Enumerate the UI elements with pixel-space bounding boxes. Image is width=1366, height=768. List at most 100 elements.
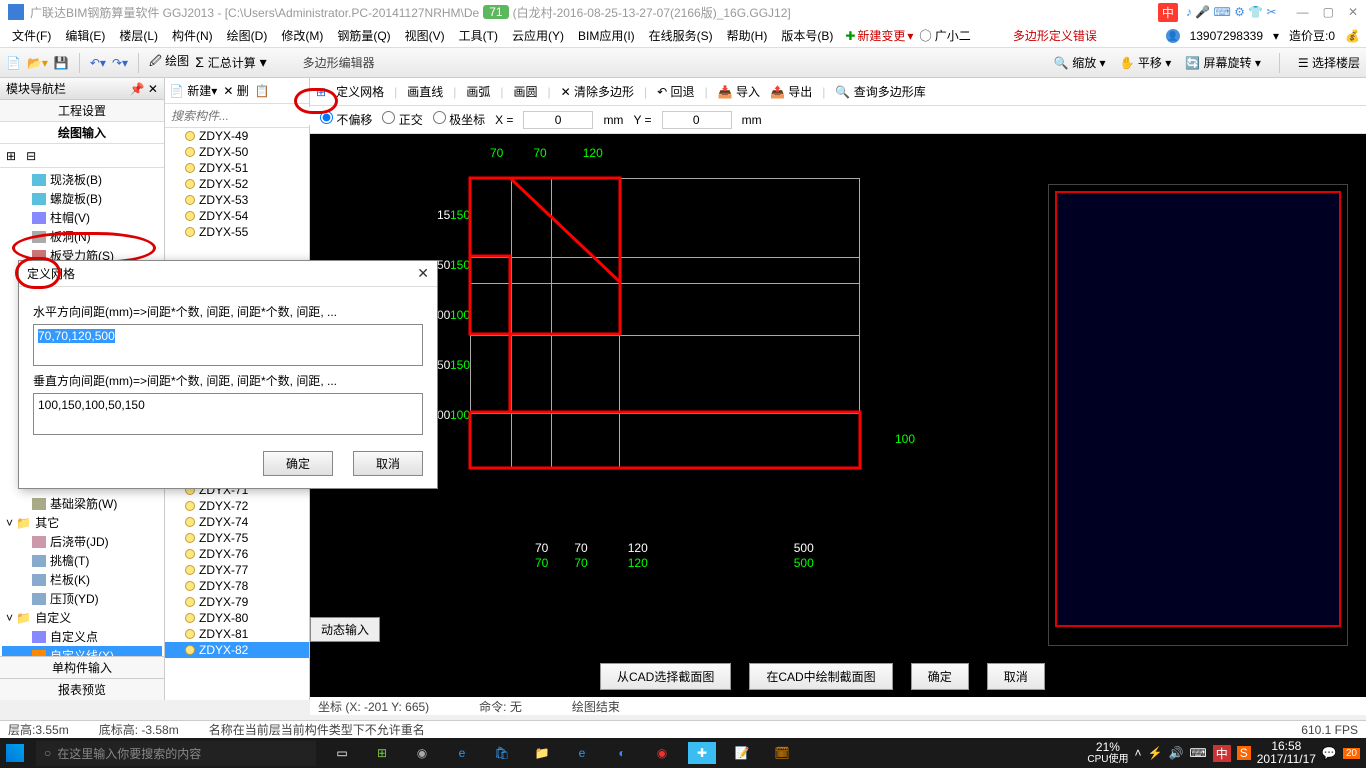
ie-icon[interactable]: e [568, 742, 596, 764]
menu-help[interactable]: 帮助(H) [721, 25, 774, 46]
pin-icon[interactable]: 📌 ✕ [130, 82, 158, 96]
tree-item[interactable]: 现浇板(B) [2, 170, 162, 189]
taskbar-app[interactable]: 🗓 [768, 742, 796, 764]
copy-icon[interactable]: 📋 [255, 84, 270, 98]
menu-modify[interactable]: 修改(M) [275, 25, 329, 46]
tree-item[interactable]: 栏板(K) [2, 570, 162, 589]
list-item[interactable]: ZDYX-74 [165, 514, 309, 530]
tray-up-icon[interactable]: ˄ [1134, 746, 1141, 760]
open-folder-icon[interactable]: 📂▾ [27, 56, 48, 70]
menu-online[interactable]: 在线服务(S) [643, 25, 719, 46]
grid-icon[interactable]: ⊞ [316, 85, 326, 99]
redo-icon[interactable]: ↷▾ [112, 56, 128, 70]
floor-select[interactable]: ☰ 选择楼层 [1298, 54, 1360, 71]
taskbar-app[interactable]: ◉ [408, 742, 436, 764]
explorer-icon[interactable]: 📁 [528, 742, 556, 764]
tree-item[interactable]: 基础梁筋(W) [2, 494, 162, 513]
list-item[interactable]: ZDYX-80 [165, 610, 309, 626]
no-offset-radio[interactable]: 不偏移 [320, 111, 372, 128]
tree-item[interactable]: 板洞(N) [2, 227, 162, 246]
y-input[interactable] [662, 111, 732, 129]
draw-arc-button[interactable]: 画弧 [466, 83, 490, 100]
tree-item-zdyx[interactable]: 自定义线(X) [2, 646, 162, 656]
menu-floor[interactable]: 楼层(L) [113, 25, 164, 46]
menu-edit[interactable]: 编辑(E) [59, 25, 111, 46]
list-item[interactable]: ZDYX-55 [165, 224, 309, 240]
x-input[interactable] [523, 111, 593, 129]
list-item[interactable]: ZDYX-76 [165, 546, 309, 562]
undo-icon[interactable]: ↶▾ [90, 56, 106, 70]
save-icon[interactable]: 💾 [54, 56, 69, 70]
pan-group[interactable]: ✋ 平移 ▾ [1120, 54, 1172, 71]
taskbar-app[interactable]: ✚ [688, 742, 716, 764]
export-button[interactable]: 📤 导出 [770, 83, 812, 100]
zoom-group[interactable]: 🔍 缩放 ▾ [1054, 54, 1106, 71]
menu-draw[interactable]: 绘图(D) [221, 25, 274, 46]
menu-bim[interactable]: BIM应用(I) [572, 25, 641, 46]
tray-ime-icon[interactable]: ⌨ [1189, 746, 1206, 760]
tree-item[interactable]: 螺旋板(B) [2, 189, 162, 208]
maximize-button[interactable]: ▢ [1323, 5, 1334, 19]
tree-item[interactable]: 压顶(YD) [2, 589, 162, 608]
list-item[interactable]: ZDYX-81 [165, 626, 309, 642]
taskbar-app[interactable]: ◉ [648, 742, 676, 764]
minimize-button[interactable]: — [1297, 5, 1309, 19]
menu-rebar[interactable]: 钢筋量(Q) [331, 25, 396, 46]
rotate-group[interactable]: 🔄 屏幕旋转 ▾ [1185, 54, 1261, 71]
dyn-input-button[interactable]: 动态输入 [310, 617, 380, 642]
search-input[interactable] [167, 107, 332, 125]
eng-setting-row[interactable]: 工程设置 [0, 100, 164, 122]
confirm-button[interactable]: 确定 [911, 663, 969, 690]
menu-tool[interactable]: 工具(T) [453, 25, 504, 46]
dialog-ok-button[interactable]: 确定 [263, 451, 333, 476]
import-button[interactable]: 📥 导入 [718, 83, 760, 100]
delete-component-button[interactable]: ✕ 删 [223, 82, 248, 99]
ime-icons[interactable]: ♪ 🎤 ⌨ ⚙ 👕 ✂ [1186, 5, 1277, 19]
list-item[interactable]: ZDYX-49 [165, 128, 309, 144]
report-preview[interactable]: 报表预览 [0, 678, 164, 700]
user-icon[interactable]: 👤 [1166, 29, 1180, 43]
new-component-button[interactable]: 📄 新建▾ [169, 82, 217, 99]
list-item[interactable]: ZDYX-52 [165, 176, 309, 192]
list-item[interactable]: ZDYX-72 [165, 498, 309, 514]
action-center-icon[interactable]: 💬 [1322, 746, 1337, 760]
new-change-button[interactable]: ✚新建变更 ▾ [845, 27, 913, 44]
v-spacing-input[interactable]: 100,150,100,50,150 [33, 393, 423, 435]
tree-group[interactable]: ˅ 📁 其它 [2, 513, 162, 532]
guanxiao-button[interactable]: ◯ 广小二 [919, 27, 970, 44]
tree-group[interactable]: ˅ 📁 自定义 [2, 608, 162, 627]
expand-all-icon[interactable]: ⊞ [6, 149, 16, 163]
start-button[interactable] [6, 744, 24, 762]
polar-radio[interactable]: 极坐标 [433, 111, 485, 128]
list-item[interactable]: ZDYX-75 [165, 530, 309, 546]
task-view-icon[interactable]: ▭ [328, 742, 356, 764]
menu-cloud[interactable]: 云应用(Y) [506, 25, 570, 46]
h-spacing-input[interactable]: 70,70,120,500 [33, 324, 423, 366]
list-item[interactable]: ZDYX-51 [165, 160, 309, 176]
taskbar-app[interactable]: 📝 [728, 742, 756, 764]
list-item[interactable]: ZDYX-53 [165, 192, 309, 208]
draw-line-button[interactable]: 画直线 [407, 83, 443, 100]
menu-file[interactable]: 文件(F) [6, 25, 57, 46]
ortho-radio[interactable]: 正交 [382, 111, 422, 128]
taskbar-search[interactable]: ○ 在这里输入你要搜索的内容 [36, 741, 316, 766]
cancel-button[interactable]: 取消 [987, 663, 1045, 690]
clear-polygon-button[interactable]: ✕ 清除多边形 [561, 83, 634, 100]
draw-in-cad-button[interactable]: 在CAD中绘制截面图 [749, 663, 892, 690]
menu-version[interactable]: 版本号(B) [775, 25, 839, 46]
list-item[interactable]: ZDYX-50 [165, 144, 309, 160]
edge-icon[interactable]: e [448, 742, 476, 764]
tree-item[interactable]: 自定义点 [2, 627, 162, 646]
tree-item[interactable]: 挑檐(T) [2, 551, 162, 570]
store-icon[interactable]: 🛍 [488, 742, 516, 764]
draw-input-row[interactable]: 绘图输入 [0, 122, 164, 144]
danjian-input[interactable]: 单构件输入 [0, 656, 164, 678]
chrome-icon[interactable]: ◐ [608, 742, 636, 764]
tray-network-icon[interactable]: ⚡ [1147, 746, 1162, 760]
tree-item[interactable]: 后浇带(JD) [2, 532, 162, 551]
list-item[interactable]: ZDYX-78 [165, 578, 309, 594]
ime-s[interactable]: S [1237, 746, 1251, 760]
define-grid-button[interactable]: 定义网格 [336, 83, 384, 100]
tree-item[interactable]: 柱帽(V) [2, 208, 162, 227]
draw-group[interactable]: 🖉 绘图 [149, 52, 189, 73]
